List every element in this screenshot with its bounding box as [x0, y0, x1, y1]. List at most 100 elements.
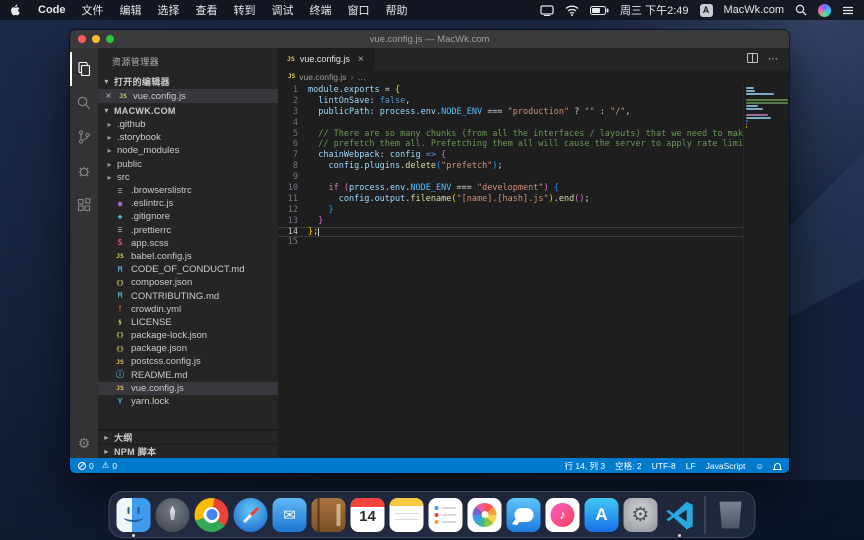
menu-item[interactable]: 终端 [310, 2, 332, 18]
zoom-window-button[interactable] [106, 35, 114, 43]
tab-close-icon[interactable]: × [358, 54, 364, 65]
tree-file-postcss.config.js[interactable]: JSpostcss.config.js [98, 355, 278, 368]
dock-app-safari[interactable] [234, 498, 268, 532]
tree-folder-node_modules[interactable]: ▸node_modules [98, 144, 278, 157]
display-icon[interactable] [540, 5, 554, 16]
language-mode[interactable]: JavaScript [706, 461, 746, 471]
encoding[interactable]: UTF-8 [652, 461, 676, 471]
dock-app-music[interactable]: ♪ [546, 498, 580, 532]
siri-icon[interactable] [818, 4, 831, 17]
source-control-icon[interactable] [70, 120, 98, 154]
tree-file-package-lock.json[interactable]: {}package-lock.json [98, 329, 278, 342]
menu-item[interactable]: 转到 [234, 2, 256, 18]
manage-gear-icon[interactable]: ⚙ [78, 436, 91, 450]
tree-file-LICENSE[interactable]: §LICENSE [98, 316, 278, 329]
dock-app-launchpad[interactable] [156, 498, 190, 532]
tree-folder-public[interactable]: ▸public [98, 158, 278, 171]
problems-errors[interactable]: 0 [78, 461, 94, 471]
notifications-bell-icon[interactable] [774, 463, 781, 469]
wifi-icon[interactable] [565, 5, 579, 16]
tree-file-CONTRIBUTING.md[interactable]: MCONTRIBUTING.md [98, 289, 278, 302]
dock-app-mail[interactable]: ✉ [273, 498, 307, 532]
tab-vue-config[interactable]: JS vue.config.js × [278, 48, 374, 70]
tree-file-.gitignore[interactable]: ◆.gitignore [98, 210, 278, 223]
code-line-14[interactable]: 14}; [278, 227, 743, 238]
dock-app-calendar[interactable]: 14 [351, 498, 385, 532]
menu-item[interactable]: 帮助 [386, 2, 408, 18]
window-title-bar[interactable]: vue.config.js — MacWk.com [70, 30, 789, 48]
code-line-7[interactable]: 7 chainWebpack: config => { [278, 150, 743, 161]
menu-clock[interactable]: 周三 下午2:49 [620, 2, 688, 18]
code-line-11[interactable]: 11 config.output.filename("[name].[hash]… [278, 194, 743, 205]
menu-account[interactable]: MacWk.com [724, 4, 785, 16]
tree-file-.browserslistrc[interactable]: ≡.browserslistrc [98, 184, 278, 197]
menu-item[interactable]: 选择 [158, 2, 180, 18]
tree-file-vue.config.js[interactable]: JSvue.config.js [98, 382, 278, 395]
dock-app-appstore[interactable]: A [585, 498, 619, 532]
code-line-2[interactable]: 2 lintOnSave: false, [278, 96, 743, 107]
open-editors-header[interactable]: ▾ 打开的编辑器 [98, 74, 278, 89]
code-line-12[interactable]: 12 } [278, 205, 743, 216]
code-line-6[interactable]: 6 // prefetch them all. Prefetching them… [278, 139, 743, 150]
split-editor-icon[interactable] [747, 50, 758, 68]
input-method-badge[interactable]: A [700, 4, 713, 17]
menu-app-name[interactable]: Code [38, 4, 66, 16]
more-actions-icon[interactable]: ⋯ [768, 54, 779, 65]
dock-app-vscode[interactable] [663, 498, 697, 532]
tree-file-babel.config.js[interactable]: JSbabel.config.js [98, 250, 278, 263]
tree-file-yarn.lock[interactable]: Yyarn.lock [98, 395, 278, 408]
feedback-smiley-icon[interactable]: ☺ [755, 461, 764, 471]
dock-app-notes[interactable] [390, 498, 424, 532]
code-line-13[interactable]: 13 } [278, 216, 743, 227]
tree-file-README.md[interactable]: ⓘREADME.md [98, 369, 278, 382]
project-section-header[interactable]: ▾ MACWK.COM [98, 103, 278, 118]
code-line-1[interactable]: 1module.exports = { [278, 85, 743, 96]
minimize-window-button[interactable] [92, 35, 100, 43]
dock-app-system-preferences[interactable]: ⚙ [624, 498, 658, 532]
minimap[interactable] [743, 84, 789, 458]
tree-file-.prettierrc[interactable]: ≡.prettierrc [98, 224, 278, 237]
close-window-button[interactable] [78, 35, 86, 43]
tree-folder-.storybook[interactable]: ▸.storybook [98, 131, 278, 144]
dock-app-finder[interactable] [117, 498, 151, 532]
menu-item[interactable]: 调试 [272, 2, 294, 18]
notification-center-icon[interactable] [842, 5, 854, 16]
code-line-10[interactable]: 10 if (process.env.NODE_ENV === "develop… [278, 183, 743, 194]
indentation[interactable]: 空格: 2 [615, 460, 641, 472]
tree-file-.eslintrc.js[interactable]: ◉.eslintrc.js [98, 197, 278, 210]
code-line-3[interactable]: 3 publicPath: process.env.NODE_ENV === "… [278, 107, 743, 118]
npm-scripts-section-header[interactable]: ▸ NPM 脚本 [98, 444, 278, 458]
menu-item[interactable]: 窗口 [348, 2, 370, 18]
tree-folder-src[interactable]: ▸src [98, 171, 278, 184]
code-line-8[interactable]: 8 config.plugins.delete("prefetch"); [278, 161, 743, 172]
debug-icon[interactable] [70, 154, 98, 188]
breadcrumb[interactable]: JS vue.config.js › … [278, 70, 789, 84]
dock-app-contacts[interactable] [312, 498, 346, 532]
breadcrumb-symbol[interactable]: … [357, 72, 366, 82]
dock-app-reminders[interactable] [429, 498, 463, 532]
dock-app-chrome[interactable] [195, 498, 229, 532]
open-editor-item[interactable]: × JS vue.config.js [98, 89, 278, 103]
problems-warnings[interactable]: ⚠ 0 [102, 460, 117, 471]
menu-item[interactable]: 查看 [196, 2, 218, 18]
extensions-icon[interactable] [70, 188, 98, 222]
tree-file-CODE_OF_CONDUCT.md[interactable]: MCODE_OF_CONDUCT.md [98, 263, 278, 276]
cursor-position[interactable]: 行 14, 列 3 [565, 460, 606, 472]
breadcrumb-file[interactable]: vue.config.js [299, 72, 346, 82]
eol-sequence[interactable]: LF [686, 461, 696, 471]
close-icon[interactable]: × [104, 91, 113, 102]
dock-app-messages[interactable] [507, 498, 541, 532]
dock-app-trash[interactable] [714, 498, 748, 532]
spotlight-search-icon[interactable] [795, 4, 807, 16]
code-line-4[interactable]: 4 [278, 118, 743, 129]
tree-folder-.github[interactable]: ▸.github [98, 118, 278, 131]
battery-icon[interactable] [590, 6, 609, 15]
code-line-9[interactable]: 9 [278, 172, 743, 183]
outline-section-header[interactable]: ▸ 大纲 [98, 430, 278, 444]
apple-menu-icon[interactable] [10, 3, 22, 17]
menu-item[interactable]: 文件 [82, 2, 104, 18]
tree-file-app.scss[interactable]: Sapp.scss [98, 237, 278, 250]
code-editor[interactable]: 1module.exports = {2 lintOnSave: false,3… [278, 84, 789, 458]
code-line-15[interactable]: 15 [278, 237, 743, 248]
code-line-5[interactable]: 5 // There are so many chunks (from all … [278, 129, 743, 140]
